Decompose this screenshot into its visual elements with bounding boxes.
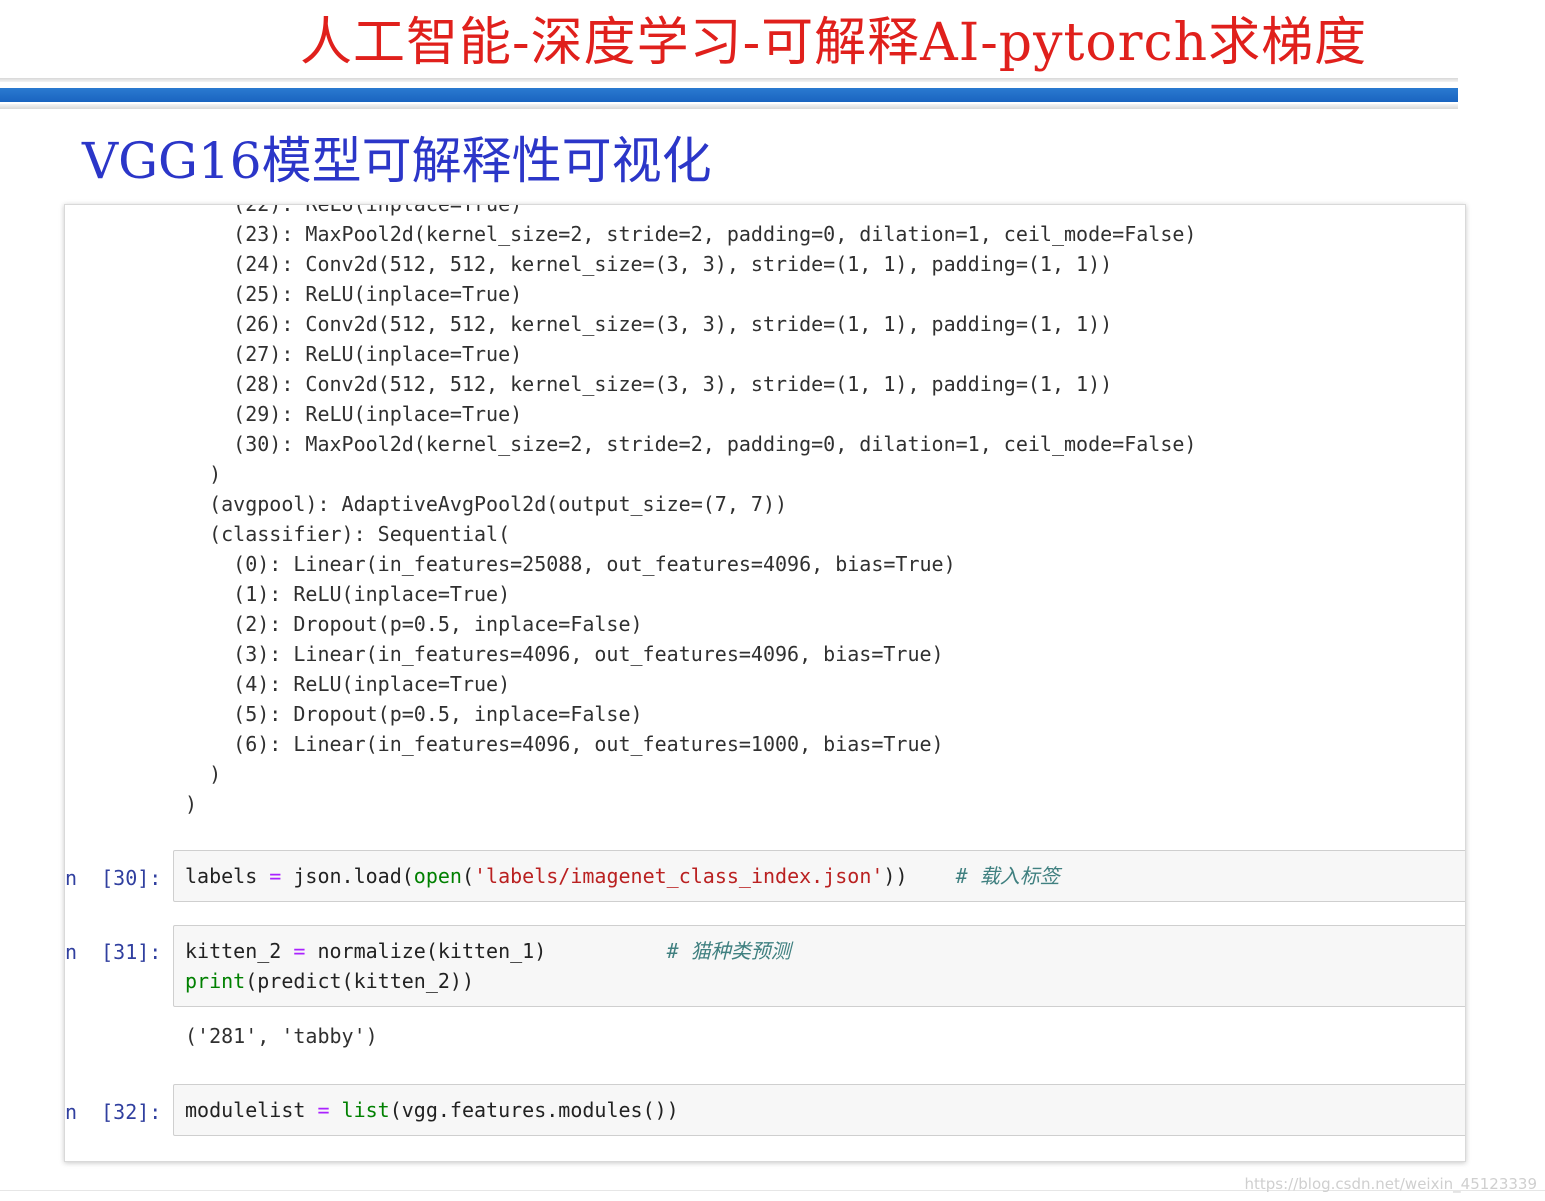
- code-line: kitten_2 = normalize(kitten_1) # 猫种类预测: [185, 936, 791, 966]
- code-comment: # 猫种类预测: [666, 939, 791, 963]
- output-line: (1): ReLU(inplace=True): [185, 582, 511, 606]
- code-token: (vgg.features.modules()): [389, 1098, 679, 1122]
- code-token: modulelist: [185, 1098, 318, 1122]
- code-token: =: [269, 864, 282, 888]
- code-token: )): [883, 864, 956, 888]
- output-line: (0): Linear(in_features=25088, out_featu…: [185, 552, 956, 576]
- watermark: https://blog.csdn.net/weixin_45123339: [1244, 1175, 1537, 1193]
- output-line: (30): MaxPool2d(kernel_size=2, stride=2,…: [185, 432, 1197, 456]
- code-comment: # 载入标签: [955, 864, 1060, 888]
- code-line: labels = json.load(open('labels/imagenet…: [185, 861, 1060, 891]
- code-token: (: [461, 864, 475, 888]
- cell-output-31: ('281', 'tabby'): [185, 1024, 378, 1048]
- title-rule-top: [0, 78, 1458, 82]
- slide-subtitle: VGG16模型可解释性可视化: [82, 132, 712, 190]
- output-line: ): [185, 792, 198, 816]
- cell-prompt-32: n [32]:: [65, 1100, 162, 1124]
- output-line: (26): Conv2d(512, 512, kernel_size=(3, 3…: [185, 312, 1113, 336]
- title-rule-bottom: [0, 104, 1458, 109]
- output-line: (28): Conv2d(512, 512, kernel_size=(3, 3…: [185, 372, 1113, 396]
- code-cell-31[interactable]: kitten_2 = normalize(kitten_1) # 猫种类预测 pr…: [173, 925, 1465, 1007]
- code-line: print(predict(kitten_2)): [185, 966, 474, 996]
- output-line: (6): Linear(in_features=4096, out_featur…: [185, 732, 944, 756]
- code-token: (predict(kitten_2)): [245, 969, 474, 993]
- code-token: =: [293, 939, 306, 963]
- code-token: normalize(kitten_1): [305, 939, 667, 963]
- code-token: list: [341, 1098, 390, 1122]
- output-line: (23): MaxPool2d(kernel_size=2, stride=2,…: [185, 222, 1197, 246]
- code-cell-30[interactable]: labels = json.load(open('labels/imagenet…: [173, 850, 1465, 902]
- code-token: =: [317, 1098, 330, 1122]
- output-line: (27): ReLU(inplace=True): [185, 342, 523, 366]
- output-line: (29): ReLU(inplace=True): [185, 402, 523, 426]
- code-token: 'labels/imagenet_class_index.json': [474, 864, 884, 888]
- cell-prompt-30: n [30]:: [65, 866, 162, 890]
- output-line: (2): Dropout(p=0.5, inplace=False): [185, 612, 643, 636]
- code-token: labels: [185, 864, 270, 888]
- notebook-screenshot: (22): ReLU(inplace=True) (23): MaxPool2d…: [64, 204, 1466, 1162]
- output-line: (22): ReLU(inplace=True): [185, 204, 523, 216]
- code-token: json.load(: [281, 864, 414, 888]
- code-line: modulelist = list(vgg.features.modules()…: [185, 1095, 679, 1125]
- output-line: (25): ReLU(inplace=True): [185, 282, 523, 306]
- slide: 人工智能-深度学习-可解释AI-pytorch求梯度 VGG16模型可解释性可视…: [0, 0, 1545, 1201]
- title-rule-blue: [0, 88, 1458, 102]
- output-line: (5): Dropout(p=0.5, inplace=False): [185, 702, 643, 726]
- output-line: (avgpool): AdaptiveAvgPool2d(output_size…: [185, 492, 788, 516]
- output-line: (classifier): Sequential(: [185, 522, 511, 546]
- output-line: ): [185, 462, 222, 486]
- slide-title: 人工智能-深度学习-可解释AI-pytorch求梯度: [300, 13, 1368, 73]
- code-cell-32[interactable]: modulelist = list(vgg.features.modules()…: [173, 1084, 1465, 1136]
- output-line: ): [185, 762, 222, 786]
- code-token: print: [185, 969, 246, 993]
- output-line: (3): Linear(in_features=4096, out_featur…: [185, 642, 944, 666]
- code-token: kitten_2: [185, 939, 294, 963]
- code-token: open: [413, 864, 462, 888]
- output-line: (4): ReLU(inplace=True): [185, 672, 511, 696]
- output-line: (24): Conv2d(512, 512, kernel_size=(3, 3…: [185, 252, 1113, 276]
- cell-prompt-31: n [31]:: [65, 940, 162, 964]
